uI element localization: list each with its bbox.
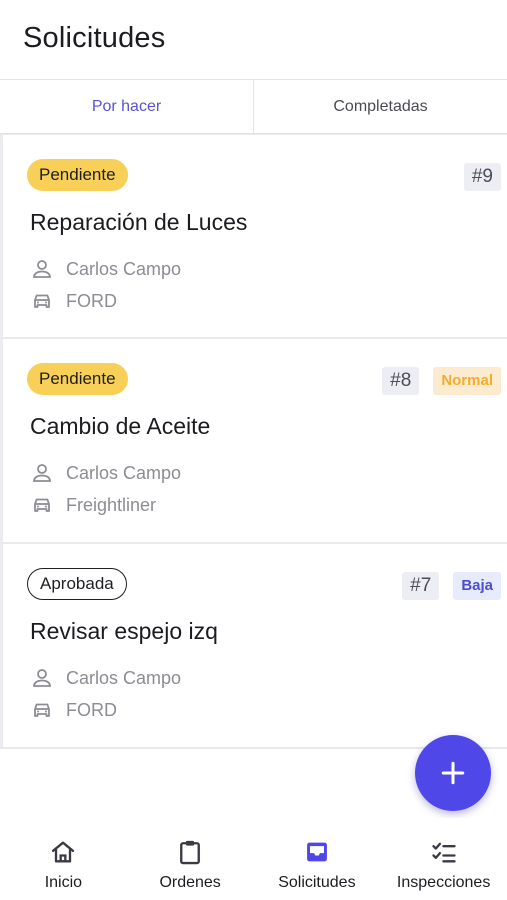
- nav-inspecciones[interactable]: Inspecciones: [380, 818, 507, 900]
- vehicle-name: Freightliner: [66, 494, 157, 515]
- person-name: Carlos Campo: [66, 258, 182, 279]
- nav-label: Ordenes: [159, 874, 221, 891]
- inbox-icon: [306, 842, 327, 862]
- request-title: Reparación de Luces: [30, 209, 248, 235]
- app-header: Solicitudes: [0, 0, 507, 80]
- request-vehicle: FORD: [30, 289, 117, 313]
- nav-label: Inspecciones: [396, 874, 491, 891]
- request-card[interactable]: Aprobada #7 Baja Revisar espejo izq Carl…: [0, 544, 507, 749]
- request-vehicle: FORD: [30, 698, 117, 722]
- car-icon: [34, 498, 50, 512]
- priority-badge: Normal: [433, 367, 501, 395]
- priority-badge: Baja: [453, 572, 501, 600]
- request-person: Carlos Campo: [30, 257, 181, 281]
- page-title: Solicitudes: [23, 22, 166, 54]
- request-person: Carlos Campo: [30, 666, 181, 690]
- add-request-button[interactable]: [415, 735, 491, 811]
- nav-label: Solicitudes: [278, 874, 356, 891]
- car-icon: [34, 294, 50, 308]
- person-icon: [33, 260, 51, 278]
- request-number: #8: [382, 367, 420, 395]
- request-card[interactable]: Pendiente #9 Reparación de Luces Carlos …: [0, 134, 507, 339]
- person-name: Carlos Campo: [66, 462, 182, 483]
- status-badge: Pendiente: [27, 363, 128, 395]
- nav-inicio[interactable]: Inicio: [0, 818, 127, 900]
- person-icon: [33, 464, 51, 482]
- request-number: #9: [463, 163, 501, 191]
- person-icon: [33, 669, 51, 687]
- bottom-nav: Inicio Ordenes Solicitudes Inspecciones: [0, 818, 507, 900]
- card-badges: #7 Baja: [402, 572, 501, 600]
- request-card[interactable]: Pendiente #8 Normal Cambio de Aceite Car…: [0, 339, 507, 544]
- card-badges: #8 Normal: [382, 367, 501, 395]
- tab-por-hacer[interactable]: Por hacer: [0, 80, 253, 133]
- checklist-icon: [431, 842, 456, 863]
- request-title: Revisar espejo izq: [30, 618, 218, 644]
- tab-completadas[interactable]: Completadas: [253, 80, 507, 133]
- status-badge: Pendiente: [27, 159, 128, 191]
- request-title: Cambio de Aceite: [30, 413, 211, 439]
- clipboard-icon: [180, 840, 201, 865]
- nav-ordenes[interactable]: Ordenes: [127, 818, 254, 900]
- request-list: Pendiente #9 Reparación de Luces Carlos …: [0, 134, 507, 749]
- card-badges: #9: [463, 163, 501, 191]
- home-icon: [52, 841, 75, 863]
- request-person: Carlos Campo: [30, 461, 181, 485]
- tab-bar: Por hacer Completadas: [0, 80, 507, 134]
- nav-label: Inicio: [44, 874, 83, 891]
- plus-icon: [441, 761, 465, 785]
- vehicle-name: FORD: [66, 290, 117, 311]
- nav-solicitudes[interactable]: Solicitudes: [254, 818, 381, 900]
- request-number: #7: [402, 572, 440, 600]
- status-badge: Aprobada: [27, 568, 127, 600]
- request-vehicle: Freightliner: [30, 493, 156, 517]
- car-icon: [34, 703, 50, 717]
- vehicle-name: FORD: [66, 699, 117, 720]
- person-name: Carlos Campo: [66, 667, 182, 688]
